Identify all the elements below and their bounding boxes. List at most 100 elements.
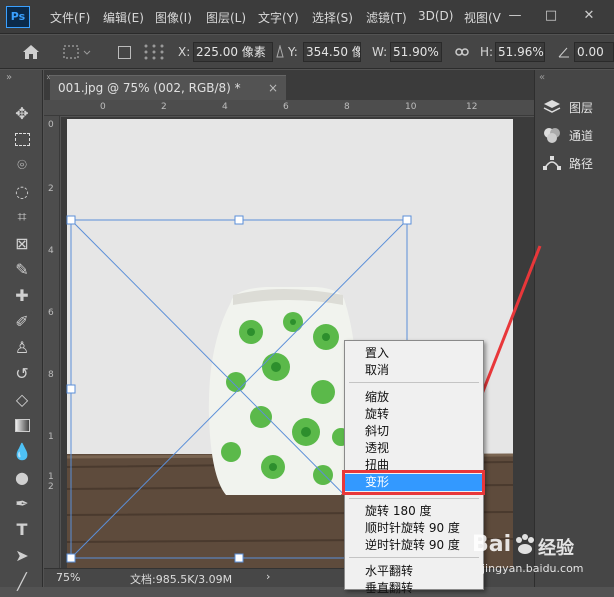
menu-3d[interactable]: 3D(D): [418, 9, 453, 23]
zoom-level[interactable]: 75%: [56, 571, 80, 584]
menu-item-rotate-180[interactable]: 旋转 180 度: [345, 503, 483, 520]
menu-image[interactable]: 图像(I): [155, 9, 192, 26]
menu-separator: [349, 498, 479, 499]
transform-handle[interactable]: [234, 553, 244, 563]
menu-item-flip-vertical[interactable]: 垂直翻转: [345, 580, 483, 597]
layers-icon: [543, 100, 561, 113]
pen-tool-icon[interactable]: ✒: [10, 492, 34, 514]
vertical-ruler: 0 2 4 6 8 1 1 2: [44, 116, 60, 568]
watermark-brand-cn: 经验: [538, 538, 574, 559]
tab-close-icon[interactable]: ×: [268, 76, 278, 100]
panel-paths[interactable]: 路径: [543, 150, 593, 176]
angle-field[interactable]: 0.00: [574, 42, 614, 62]
line-tool-icon[interactable]: ╱: [10, 570, 34, 592]
angle-icon: [558, 47, 569, 58]
eyedropper-tool-icon[interactable]: ✎: [10, 258, 34, 280]
panel-channels[interactable]: 通道: [543, 122, 593, 148]
document-tab[interactable]: 001.jpg @ 75% (002, RGB/8) * ×: [50, 75, 286, 100]
transform-handle[interactable]: [402, 215, 412, 225]
width-field[interactable]: 51.90%: [390, 42, 442, 62]
clone-stamp-tool-icon[interactable]: ♙: [10, 336, 34, 358]
y-position-field[interactable]: 354.50 像素: [303, 42, 361, 62]
ruler-tick-label: 8: [48, 370, 54, 380]
delta-icon[interactable]: [276, 45, 284, 59]
dodge-tool-icon[interactable]: ●: [10, 466, 34, 488]
collapse-toolbar-icon[interactable]: »: [6, 72, 12, 83]
panel-paths-label: 路径: [569, 156, 594, 171]
menu-item-perspective[interactable]: 透视: [345, 440, 483, 457]
paths-icon: [543, 156, 561, 170]
link-icon[interactable]: [455, 46, 469, 58]
path-select-tool-icon[interactable]: ➤: [10, 544, 34, 566]
transform-handle[interactable]: [66, 215, 76, 225]
menu-item-rotate[interactable]: 旋转: [345, 406, 483, 423]
menu-item-flip-horizontal[interactable]: 水平翻转: [345, 563, 483, 580]
menu-file[interactable]: 文件(F): [50, 9, 90, 26]
ruler-tick-label: 0: [48, 120, 54, 130]
horizontal-ruler: 0 2 4 6 8 10 12: [44, 100, 534, 116]
ruler-tick-label: 1: [48, 432, 54, 442]
menu-item-place[interactable]: 置入: [345, 345, 483, 362]
menu-filter[interactable]: 滤镜(T): [366, 9, 407, 26]
menu-item-rotate-90-ccw[interactable]: 逆时针旋转 90 度: [345, 537, 483, 554]
menu-item-rotate-90-cw[interactable]: 顺时针旋转 90 度: [345, 520, 483, 537]
watermark-brand: Bai: [472, 532, 512, 557]
menu-item-scale[interactable]: 缩放: [345, 389, 483, 406]
ruler-tick-label: 8: [344, 102, 350, 112]
transform-handle[interactable]: [66, 384, 76, 394]
vase-image: [208, 287, 358, 495]
paw-icon: [516, 534, 534, 554]
ruler-tick-label: 4: [48, 246, 54, 256]
menu-item-cancel[interactable]: 取消: [345, 362, 483, 379]
transform-reference-icon[interactable]: [62, 43, 92, 61]
menu-bar: Ps 文件(F) 编辑(E) 图像(I) 图层(L) 文字(Y) 选择(S) 滤…: [0, 0, 614, 34]
menu-item-skew[interactable]: 斜切: [345, 423, 483, 440]
options-bar: X: 225.00 像素 Y: 354.50 像素 W: 51.90% H: 5…: [0, 35, 614, 69]
document-info: 文档:985.5K/3.09M: [130, 573, 233, 586]
blur-tool-icon[interactable]: 💧: [10, 440, 34, 462]
channels-icon: [544, 128, 560, 143]
reference-point-checkbox[interactable]: [118, 46, 131, 59]
ruler-tick-label: 4: [222, 102, 228, 112]
frame-tool-icon[interactable]: ⊠: [10, 232, 34, 254]
panel-channels-label: 通道: [569, 128, 594, 143]
brush-tool-icon[interactable]: ✐: [10, 310, 34, 332]
reference-point-grid-icon[interactable]: [143, 43, 165, 61]
document-tab-title: 001.jpg @ 75% (002, RGB/8) *: [58, 81, 241, 95]
close-button[interactable]: ✕: [574, 0, 604, 34]
w-label: W:: [372, 45, 388, 59]
quick-select-tool-icon[interactable]: ◌: [10, 180, 34, 202]
menu-view[interactable]: 视图(V: [464, 9, 501, 26]
ruler-tick-label: 6: [283, 102, 289, 112]
h-label: H:: [480, 45, 494, 59]
history-brush-tool-icon[interactable]: ↺: [10, 362, 34, 384]
tools-panel: » ✥ ⌾ ◌ ⌗ ⊠ ✎ ✚ ✐ ♙ ↺ ◇ 💧 ● ✒ T ➤ ╱: [0, 70, 43, 591]
collapse-dock-icon[interactable]: «: [539, 72, 545, 83]
move-tool-icon[interactable]: ✥: [10, 102, 34, 124]
crop-tool-icon[interactable]: ⌗: [10, 206, 34, 228]
menu-type[interactable]: 文字(Y): [258, 9, 299, 26]
height-field[interactable]: 51.96%: [495, 42, 545, 62]
menu-separator: [349, 557, 479, 558]
transform-handle[interactable]: [66, 553, 76, 563]
status-menu-arrow-icon[interactable]: ›: [266, 570, 270, 583]
menu-layer[interactable]: 图层(L): [206, 9, 246, 26]
menu-select[interactable]: 选择(S): [312, 9, 353, 26]
menu-separator: [349, 382, 479, 383]
home-icon[interactable]: [22, 44, 40, 60]
marquee-tool-icon[interactable]: [10, 128, 34, 150]
gradient-tool-icon[interactable]: [10, 414, 34, 436]
x-position-field[interactable]: 225.00 像素: [193, 42, 273, 62]
ruler-tick-label: 2: [161, 102, 167, 112]
transform-handle[interactable]: [234, 215, 244, 225]
transform-context-menu: 置入 取消 缩放 旋转 斜切 透视 扭曲 变形 旋转 180 度 顺时针旋转 9…: [342, 340, 485, 595]
eraser-tool-icon[interactable]: ◇: [10, 388, 34, 410]
menu-edit[interactable]: 编辑(E): [103, 9, 144, 26]
healing-brush-tool-icon[interactable]: ✚: [10, 284, 34, 306]
minimize-button[interactable]: —: [500, 0, 530, 34]
warp-highlight-box: [342, 470, 485, 495]
maximize-button[interactable]: □: [536, 0, 566, 34]
type-tool-icon[interactable]: T: [10, 518, 34, 540]
panel-layers[interactable]: 图层: [543, 94, 593, 120]
lasso-tool-icon[interactable]: ⌾: [10, 154, 34, 176]
